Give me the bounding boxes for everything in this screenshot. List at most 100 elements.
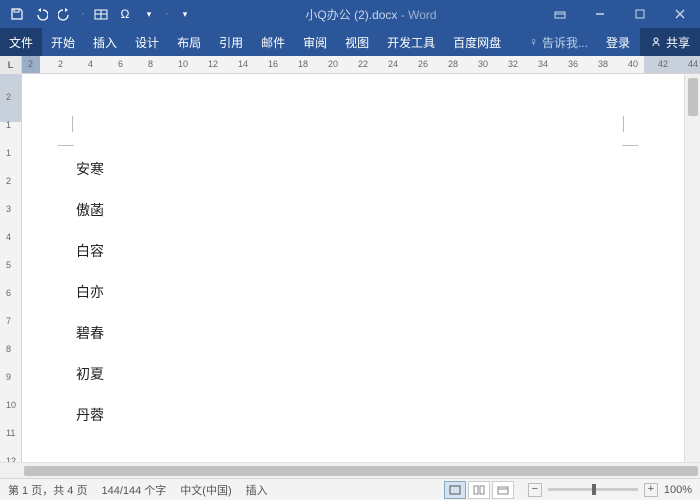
doc-line[interactable]: 初夏 xyxy=(76,367,104,381)
ruler-tick: 4 xyxy=(88,59,93,69)
status-bar: 第 1 页，共 4 页 144/144 个字 中文(中国) 插入 − + 100… xyxy=(0,478,700,500)
ruler-tick: 7 xyxy=(6,316,11,326)
doc-name: 小Q办公 (2).docx xyxy=(305,8,397,22)
ruler-tick: 2 xyxy=(6,176,11,186)
ruler-tick: 42 xyxy=(658,59,668,69)
doc-line[interactable]: 安寒 xyxy=(76,162,104,176)
tab-design[interactable]: 设计 xyxy=(126,28,168,56)
save-icon[interactable] xyxy=(6,3,28,25)
tab-file[interactable]: 文件 xyxy=(0,28,42,56)
qat-more-icon[interactable]: ▾ xyxy=(174,3,196,25)
ruler-tick: 38 xyxy=(598,59,608,69)
omega-icon[interactable]: Ω xyxy=(114,3,136,25)
share-button[interactable]: 共享 xyxy=(640,28,700,56)
doc-line[interactable]: 碧春 xyxy=(76,326,104,340)
share-icon xyxy=(650,36,662,48)
ruler-tick: 22 xyxy=(358,59,368,69)
ruler-tick: 14 xyxy=(238,59,248,69)
ruler-tick: 8 xyxy=(148,59,153,69)
ruler-tick: 12 xyxy=(6,456,16,462)
ruler-tick: 20 xyxy=(328,59,338,69)
zoom-control: − + 100% xyxy=(528,483,692,497)
ruler-tick: 30 xyxy=(478,59,488,69)
horizontal-scrollbar[interactable] xyxy=(0,462,700,478)
zoom-out-button[interactable]: − xyxy=(528,483,542,497)
vertical-ruler[interactable]: 2112345678910111213 xyxy=(0,74,22,462)
ruler-tick: 2 xyxy=(28,59,33,69)
ruler-tick: 26 xyxy=(418,59,428,69)
view-read-icon[interactable] xyxy=(468,481,490,499)
view-buttons xyxy=(444,481,514,499)
quick-access-toolbar: · Ω ▾ · ▾ xyxy=(0,3,202,25)
status-words[interactable]: 144/144 个字 xyxy=(101,482,166,498)
maximize-icon[interactable] xyxy=(620,0,660,28)
scrollbar-thumb[interactable] xyxy=(688,78,698,116)
ruler-tick: 16 xyxy=(268,59,278,69)
share-label: 共享 xyxy=(666,34,690,51)
document-content[interactable]: 安寒傲菡白容白亦碧春初夏丹蓉 xyxy=(76,162,104,449)
table-icon[interactable] xyxy=(90,3,112,25)
horizontal-ruler[interactable]: L 22468101214161820222426283032343638404… xyxy=(0,56,700,74)
ruler-tick: 3 xyxy=(6,204,11,214)
tab-references[interactable]: 引用 xyxy=(210,28,252,56)
zoom-slider[interactable] xyxy=(548,488,638,491)
ruler-tick: 2 xyxy=(6,92,11,102)
status-page[interactable]: 第 1 页，共 4 页 xyxy=(8,482,87,498)
tab-layout[interactable]: 布局 xyxy=(168,28,210,56)
ruler-tick: 12 xyxy=(208,59,218,69)
redo-icon[interactable] xyxy=(54,3,76,25)
tab-view[interactable]: 视图 xyxy=(336,28,378,56)
tell-me-label: 告诉我... xyxy=(542,34,588,51)
title-bar: · Ω ▾ · ▾ 小Q办公 (2).docx - Word xyxy=(0,0,700,28)
tell-me[interactable]: ♀ 告诉我... xyxy=(521,28,596,56)
vertical-scrollbar[interactable] xyxy=(684,74,700,462)
view-web-icon[interactable] xyxy=(492,481,514,499)
zoom-in-button[interactable]: + xyxy=(644,483,658,497)
ribbon-tabs: 文件 开始 插入 设计 布局 引用 邮件 审阅 视图 开发工具 百度网盘 ♀ 告… xyxy=(0,28,700,56)
qat-separator: · xyxy=(162,8,172,20)
status-mode[interactable]: 插入 xyxy=(246,482,268,498)
zoom-thumb[interactable] xyxy=(592,484,596,495)
minimize-icon[interactable] xyxy=(580,0,620,28)
view-print-layout-icon[interactable] xyxy=(444,481,466,499)
status-language[interactable]: 中文(中国) xyxy=(180,482,231,498)
ruler-tick: 1 xyxy=(6,120,11,130)
app-name: Word xyxy=(408,8,436,22)
window-title: 小Q办公 (2).docx - Word xyxy=(202,6,540,23)
close-icon[interactable] xyxy=(660,0,700,28)
ruler-tick: 28 xyxy=(448,59,458,69)
scrollbar-thumb[interactable] xyxy=(24,466,698,476)
ruler-tick: 40 xyxy=(628,59,638,69)
tab-review[interactable]: 审阅 xyxy=(294,28,336,56)
crop-mark xyxy=(58,130,74,146)
tab-home[interactable]: 开始 xyxy=(42,28,84,56)
zoom-level[interactable]: 100% xyxy=(664,484,692,496)
ruler-tick: 10 xyxy=(178,59,188,69)
tab-baidu[interactable]: 百度网盘 xyxy=(444,28,510,56)
ruler-tick: 18 xyxy=(298,59,308,69)
tab-insert[interactable]: 插入 xyxy=(84,28,126,56)
doc-line[interactable]: 白亦 xyxy=(76,285,104,299)
ruler-tick: 1 xyxy=(6,148,11,158)
lightbulb-icon: ♀ xyxy=(529,35,538,49)
ruler-tick: 5 xyxy=(6,260,11,270)
login-button[interactable]: 登录 xyxy=(596,28,640,56)
ruler-tick: 36 xyxy=(568,59,578,69)
doc-line[interactable]: 丹蓉 xyxy=(76,408,104,422)
qat-dropdown-icon[interactable]: ▾ xyxy=(138,3,160,25)
ruler-tick: 11 xyxy=(6,428,15,438)
undo-icon[interactable] xyxy=(30,3,52,25)
ruler-tick: 10 xyxy=(6,400,16,410)
document-area[interactable]: 安寒傲菡白容白亦碧春初夏丹蓉 xyxy=(22,74,684,462)
ruler-tick: 8 xyxy=(6,344,11,354)
ruler-tick: 32 xyxy=(508,59,518,69)
tab-developer[interactable]: 开发工具 xyxy=(378,28,444,56)
workspace: 2112345678910111213 安寒傲菡白容白亦碧春初夏丹蓉 xyxy=(0,74,700,462)
tab-mailings[interactable]: 邮件 xyxy=(252,28,294,56)
ruler-tick: 6 xyxy=(118,59,123,69)
ribbon-options-icon[interactable] xyxy=(540,0,580,28)
ruler-tick: 24 xyxy=(388,59,398,69)
doc-line[interactable]: 傲菡 xyxy=(76,203,104,217)
doc-line[interactable]: 白容 xyxy=(76,244,104,258)
window-controls xyxy=(540,0,700,28)
